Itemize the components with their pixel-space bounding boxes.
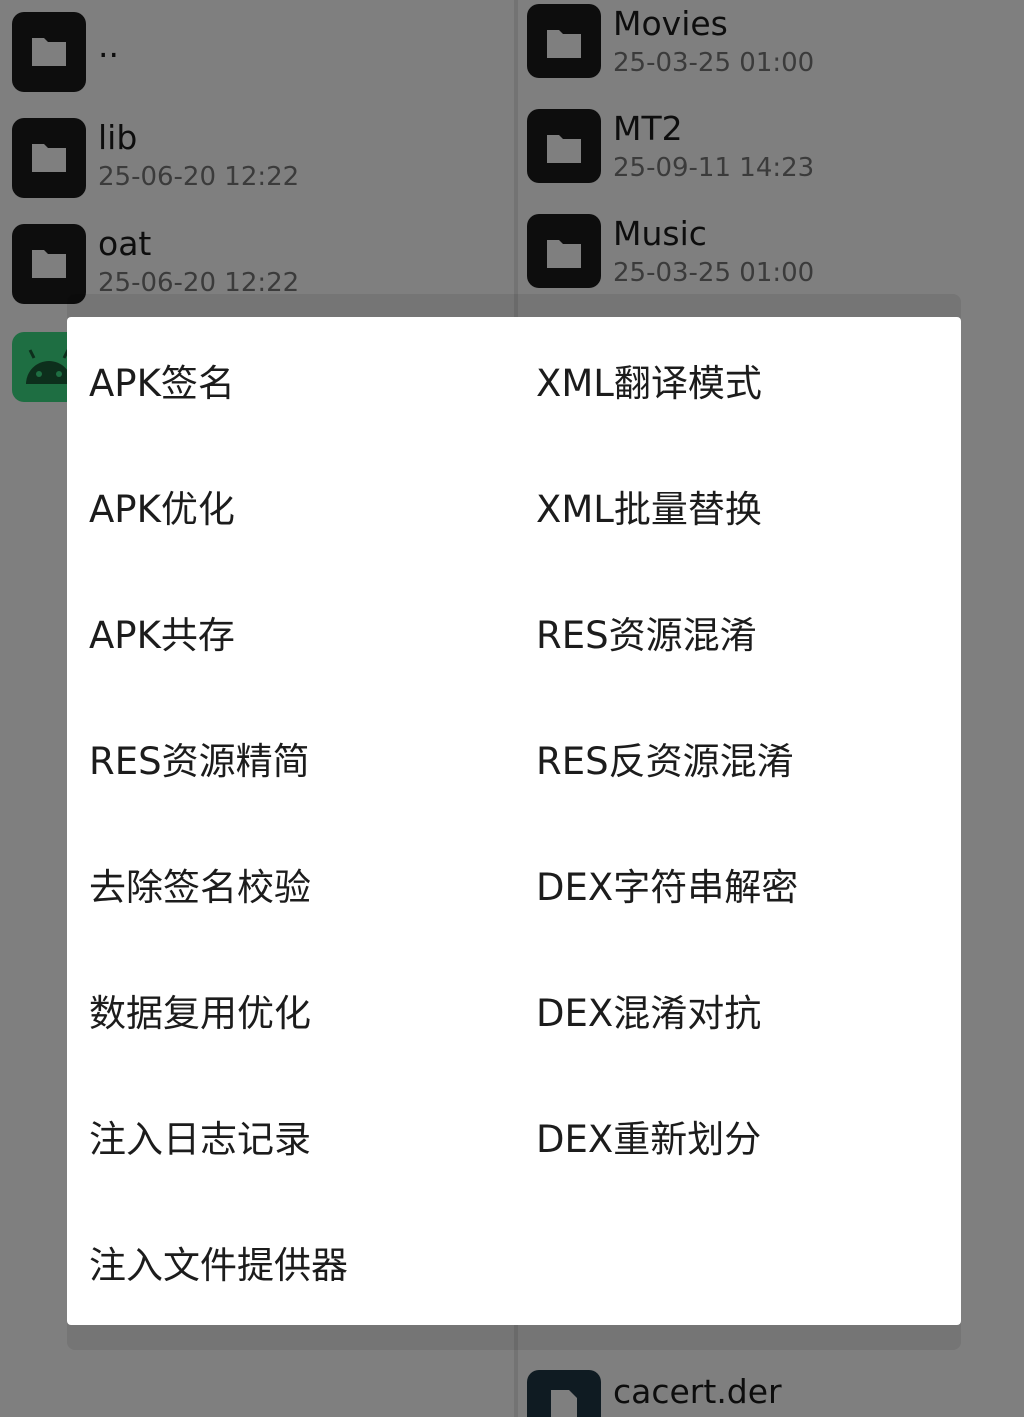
menu-item-inject-file-provider[interactable]: 注入文件提供器 bbox=[67, 1199, 514, 1325]
menu-item-dex-repartition[interactable]: DEX重新划分 bbox=[514, 1073, 961, 1199]
menu-item-apk-optimize[interactable]: APK优化 bbox=[67, 443, 514, 569]
menu-item-data-reuse-optimize[interactable]: 数据复用优化 bbox=[67, 947, 514, 1073]
menu-item-inject-logging[interactable]: 注入日志记录 bbox=[67, 1073, 514, 1199]
menu-item-dex-anti-obfuscation[interactable]: DEX混淆对抗 bbox=[514, 947, 961, 1073]
menu-item-res-obfuscate[interactable]: RES资源混淆 bbox=[514, 569, 961, 695]
menu-item-dex-string-decrypt[interactable]: DEX字符串解密 bbox=[514, 821, 961, 947]
menu-grid: APK签名 XML翻译模式 APK优化 XML批量替换 APK共存 RES资源混… bbox=[67, 317, 961, 1325]
menu-item-apk-sign[interactable]: APK签名 bbox=[67, 317, 514, 443]
apk-tools-dialog: APK签名 XML翻译模式 APK优化 XML批量替换 APK共存 RES资源混… bbox=[67, 317, 961, 1325]
menu-item-xml-batch-replace[interactable]: XML批量替换 bbox=[514, 443, 961, 569]
menu-item-res-shrink[interactable]: RES资源精简 bbox=[67, 695, 514, 821]
menu-item-res-deobfuscate[interactable]: RES反资源混淆 bbox=[514, 695, 961, 821]
menu-item-remove-signature-check[interactable]: 去除签名校验 bbox=[67, 821, 514, 947]
menu-item-apk-coexist[interactable]: APK共存 bbox=[67, 569, 514, 695]
menu-item-xml-translate-mode[interactable]: XML翻译模式 bbox=[514, 317, 961, 443]
